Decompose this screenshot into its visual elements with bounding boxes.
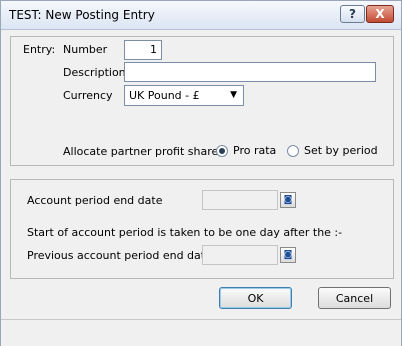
radio-selected-icon [216,144,228,157]
radio-set-by-period[interactable]: Set by period [287,144,378,157]
ok-button[interactable]: OK [219,287,292,309]
end-date-field[interactable] [202,190,278,210]
status-bar [1,319,401,346]
radio-unselected-icon [287,144,299,157]
prev-end-date-field[interactable] [202,245,278,265]
close-icon: X [375,7,385,21]
posting-entry-dialog: TEST: New Posting Entry ? X Entry: Numbe… [0,0,402,346]
currency-select[interactable]: UK Pound - £ ▼ [124,85,244,106]
radio-pro-rata[interactable]: Pro rata [216,144,276,157]
calendar-picker-icon[interactable]: ◙ [280,247,296,263]
number-field[interactable]: 1 [124,40,162,60]
description-label: Description [63,66,126,79]
radio-pro-rata-label: Pro rata [233,144,277,157]
entry-label: Entry: [23,43,56,56]
currency-select-value: UK Pound - £ [129,89,200,102]
number-label: Number [63,43,108,56]
currency-label: Currency [63,89,113,102]
cancel-button[interactable]: Cancel [318,287,391,309]
description-field[interactable] [124,62,376,82]
help-icon: ? [349,7,356,21]
end-date-label: Account period end date [27,194,163,207]
chevron-down-icon: ▼ [230,90,237,100]
calendar-picker-icon[interactable]: ◙ [280,192,296,208]
help-button[interactable]: ? [340,5,365,23]
start-note: Start of account period is taken to be o… [27,226,343,239]
radio-set-by-period-label: Set by period [304,144,378,157]
close-button[interactable]: X [366,5,394,23]
window-title: TEST: New Posting Entry [9,8,155,22]
allocate-label: Allocate partner profit shares [63,145,225,158]
title-bar: TEST: New Posting Entry ? X [1,1,401,30]
prev-end-date-label: Previous account period end date [27,249,212,262]
